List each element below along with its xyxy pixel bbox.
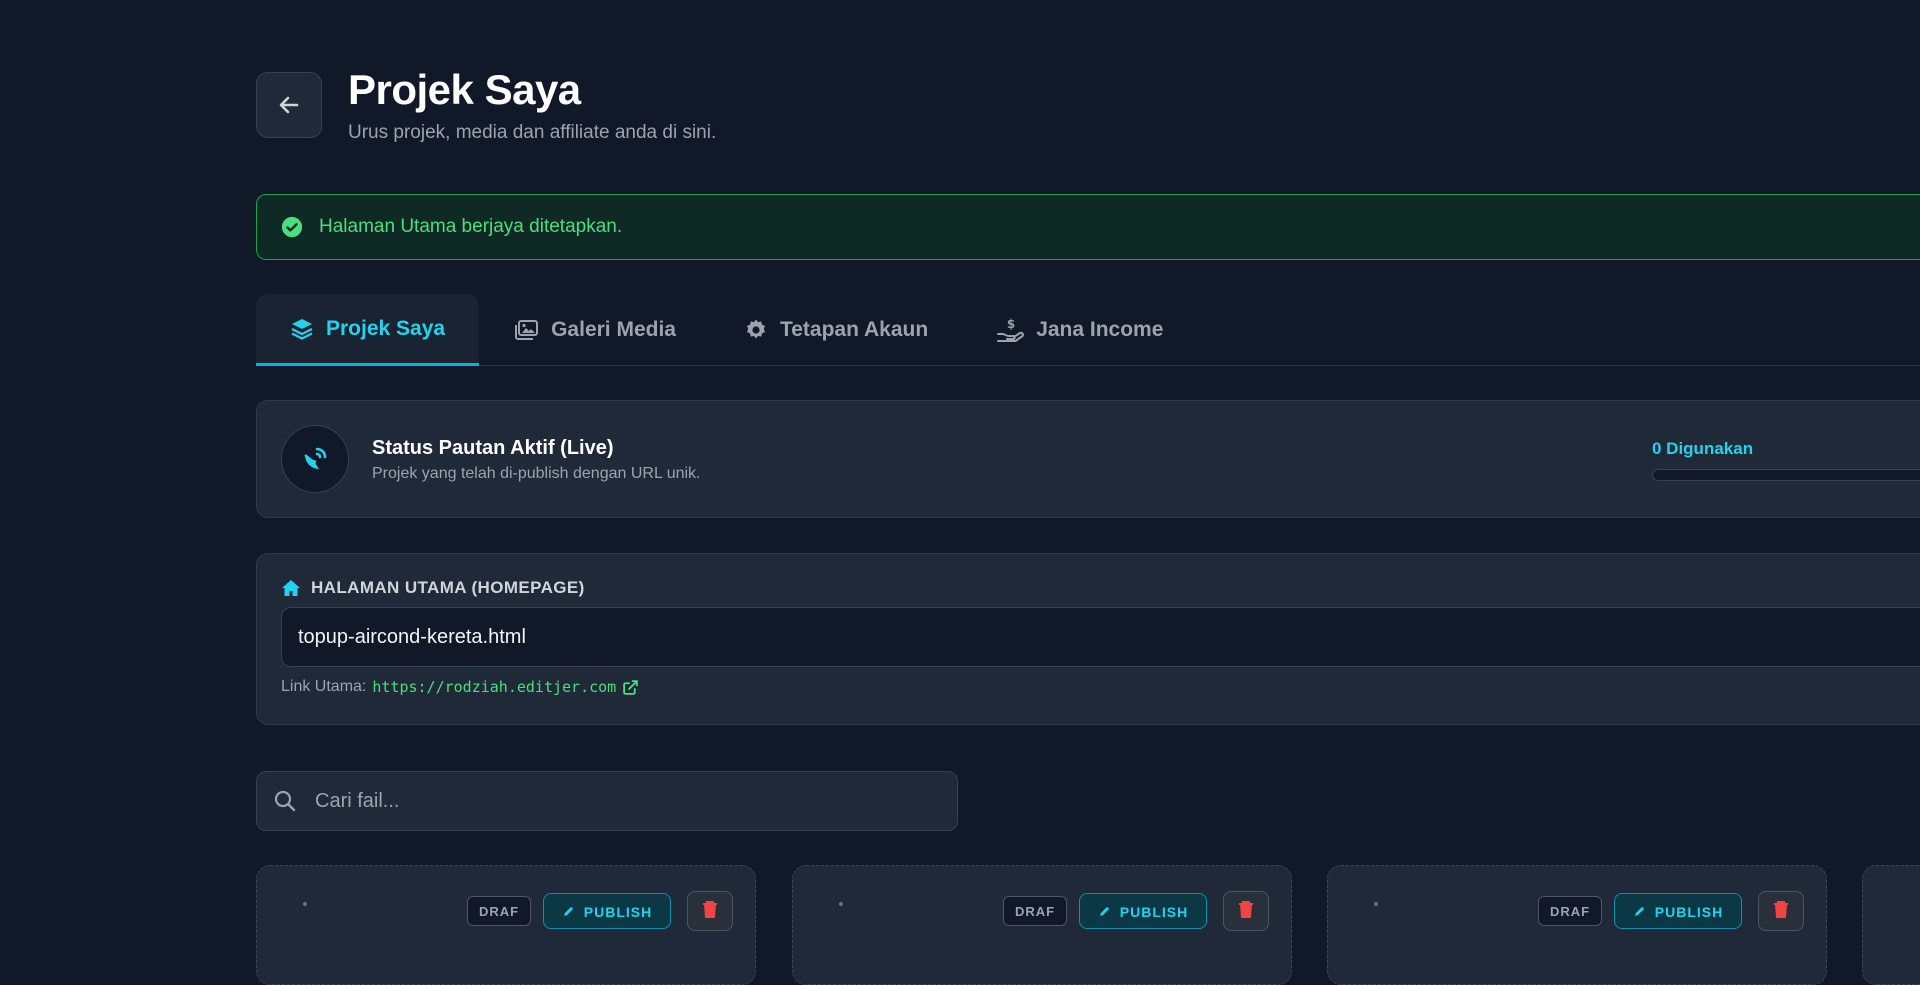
- live-link-status-card: Status Pautan Aktif (Live) Projek yang t…: [256, 400, 1920, 518]
- draft-badge: DRAF: [1003, 896, 1067, 926]
- alert-message: Halaman Utama berjaya ditetapkan.: [319, 216, 623, 237]
- arrow-left-icon: [279, 96, 299, 114]
- external-link-icon[interactable]: [622, 679, 639, 696]
- tab-projek-saya[interactable]: Projek Saya: [256, 294, 480, 366]
- homepage-link-row: Link Utama: https://rodziah.editjer.com: [281, 678, 639, 696]
- tab-tetapan-akaun[interactable]: Tetapan Akaun: [710, 294, 962, 366]
- publish-button[interactable]: PUBLISH: [543, 893, 671, 929]
- publish-button[interactable]: PUBLISH: [1614, 893, 1742, 929]
- delete-button[interactable]: [687, 891, 733, 931]
- project-card[interactable]: DRAF PUBLISH: [256, 865, 756, 985]
- draft-badge: DRAF: [1538, 896, 1602, 926]
- tab-label: Galeri Media: [551, 318, 676, 341]
- back-button[interactable]: [256, 72, 322, 138]
- tab-label: Projek Saya: [326, 316, 446, 340]
- success-alert: Halaman Utama berjaya ditetapkan.: [256, 194, 1920, 260]
- trash-icon: [1239, 901, 1253, 918]
- tab-jana-income[interactable]: $ Jana Income: [962, 294, 1197, 366]
- layers-icon: [291, 318, 313, 340]
- page-subtitle: Urus projek, media dan affiliate anda di…: [348, 122, 717, 143]
- rocket-icon: [563, 907, 573, 916]
- tab-galeri-media[interactable]: Galeri Media: [479, 294, 710, 366]
- search-box: [256, 771, 958, 831]
- tab-label: Jana Income: [1036, 318, 1164, 341]
- images-icon: [515, 320, 539, 340]
- homepage-select[interactable]: topup-aircond-kereta.html: [281, 607, 1920, 667]
- status-title: Status Pautan Aktif (Live): [372, 437, 614, 459]
- drag-handle[interactable]: [1374, 902, 1378, 906]
- check-circle-icon: [281, 216, 303, 238]
- publish-label: PUBLISH: [583, 904, 653, 920]
- homepage-card: HALAMAN UTAMA (HOMEPAGE) topup-aircond-k…: [256, 553, 1920, 725]
- status-description: Projek yang telah di-publish dengan URL …: [372, 465, 701, 482]
- trash-icon: [703, 901, 717, 918]
- homepage-heading: HALAMAN UTAMA (HOMEPAGE): [281, 578, 585, 598]
- publish-label: PUBLISH: [1119, 904, 1189, 920]
- tab-label: Tetapan Akaun: [779, 318, 929, 341]
- satellite-dish-icon: [304, 447, 327, 469]
- project-card[interactable]: DRAF PUBLISH: [792, 865, 1292, 985]
- page-title: Projek Saya: [348, 66, 581, 113]
- draft-badge: DRAF: [467, 896, 531, 926]
- homepage-link-label: Link Utama:: [281, 678, 367, 695]
- publish-label: PUBLISH: [1654, 904, 1724, 920]
- delete-button[interactable]: [1758, 891, 1804, 931]
- rocket-icon: [1634, 907, 1644, 916]
- drag-handle[interactable]: [839, 902, 843, 906]
- tab-bar: Projek Saya Galeri Media Tetapan Akaun $: [256, 294, 1920, 366]
- search-input[interactable]: [313, 788, 917, 814]
- usage-count-label: 0 Digunakan: [1652, 439, 1754, 458]
- usage-progress-bar: [1652, 469, 1920, 481]
- publish-button[interactable]: PUBLISH: [1079, 893, 1207, 929]
- house-icon: [282, 580, 300, 596]
- status-icon-wrapper: [281, 425, 349, 493]
- drag-handle[interactable]: [303, 902, 307, 906]
- project-card[interactable]: [1862, 865, 1920, 985]
- project-card[interactable]: DRAF PUBLISH: [1327, 865, 1827, 985]
- hand-holding-dollar-icon: $: [997, 317, 1025, 342]
- trash-icon: [1774, 901, 1788, 918]
- homepage-heading-text: HALAMAN UTAMA (HOMEPAGE): [311, 578, 585, 597]
- svg-text:$: $: [1007, 317, 1015, 331]
- gear-icon: [746, 319, 765, 339]
- rocket-icon: [1099, 907, 1109, 916]
- search-icon: [274, 790, 296, 812]
- delete-button[interactable]: [1223, 891, 1269, 931]
- homepage-link[interactable]: https://rodziah.editjer.com: [372, 678, 616, 696]
